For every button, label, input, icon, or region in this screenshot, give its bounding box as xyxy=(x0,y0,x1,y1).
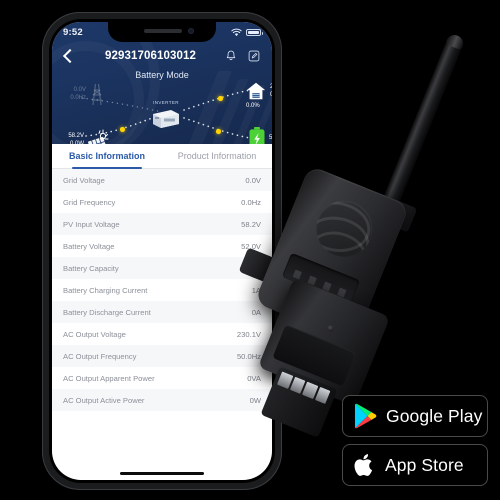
page-title: 92931706103012 xyxy=(105,50,196,62)
diagram-node-grid: 0.0V 0.0Hz xyxy=(60,82,106,106)
row-key: PV Input Voltage xyxy=(63,219,120,229)
led-indicator xyxy=(292,269,302,280)
connector-pin xyxy=(314,386,331,404)
google-play-badge[interactable]: Google Play xyxy=(342,395,488,437)
wifi-dongle-device xyxy=(228,18,478,438)
wifi-icon xyxy=(231,28,242,37)
flow-dot-load xyxy=(218,96,223,101)
antenna xyxy=(378,32,466,216)
row-key: AC Output Voltage xyxy=(63,329,126,339)
pv-power: 0.0W xyxy=(69,141,84,144)
app-store-badge[interactable]: App Store xyxy=(342,444,488,486)
grid-frequency: 0.0Hz xyxy=(70,95,86,101)
apple-icon xyxy=(354,454,373,476)
grid-readings: 0.0V 0.0Hz xyxy=(60,86,86,103)
brand-swoosh-logo xyxy=(307,192,381,266)
row-key: Grid Voltage xyxy=(63,175,105,185)
battery-icon xyxy=(246,28,263,37)
notch xyxy=(108,22,216,42)
inverter-label: INVERTER xyxy=(153,100,179,105)
inverter-icon xyxy=(153,110,179,128)
home-indicator xyxy=(120,472,204,475)
screw xyxy=(326,324,335,333)
app-store-label: App Store xyxy=(385,454,464,475)
flow-dot-pv xyxy=(120,127,125,132)
diagram-node-pv: 58.2V 0.0W xyxy=(56,128,110,144)
row-key: Grid Frequency xyxy=(63,197,116,207)
earpiece-speaker xyxy=(144,29,182,33)
grid-tower-icon xyxy=(92,83,102,106)
google-play-label: Google Play xyxy=(386,405,483,426)
front-camera xyxy=(188,28,194,34)
tab-basic-information[interactable]: Basic Information xyxy=(52,144,162,169)
diagram-node-inverter: INVERTER xyxy=(149,100,183,135)
pv-voltage: 58.2V xyxy=(68,132,84,139)
solar-panel-icon xyxy=(87,129,109,144)
grid-voltage: 0.0V xyxy=(73,86,86,93)
row-key: Battery Capacity xyxy=(63,263,119,273)
row-key: Battery Charging Current xyxy=(63,285,148,295)
row-key: AC Output Active Power xyxy=(63,395,145,405)
back-arrow-icon[interactable] xyxy=(61,48,77,64)
google-play-icon xyxy=(354,403,377,429)
flow-dot-battery xyxy=(216,129,221,134)
screenshot-root: 9:52 92931706103012 Battery Mode 0.0V 0.… xyxy=(0,0,500,500)
row-key: Battery Discharge Current xyxy=(63,307,151,317)
row-key: Battery Voltage xyxy=(63,241,115,251)
status-indicators xyxy=(231,28,263,37)
row-key: AC Output Frequency xyxy=(63,351,137,361)
store-badges: Google Play App Store xyxy=(342,395,488,486)
row-key: AC Output Apparent Power xyxy=(63,373,155,383)
status-time: 9:52 xyxy=(63,27,83,38)
pv-readings: 58.2V 0.0W xyxy=(56,132,84,145)
